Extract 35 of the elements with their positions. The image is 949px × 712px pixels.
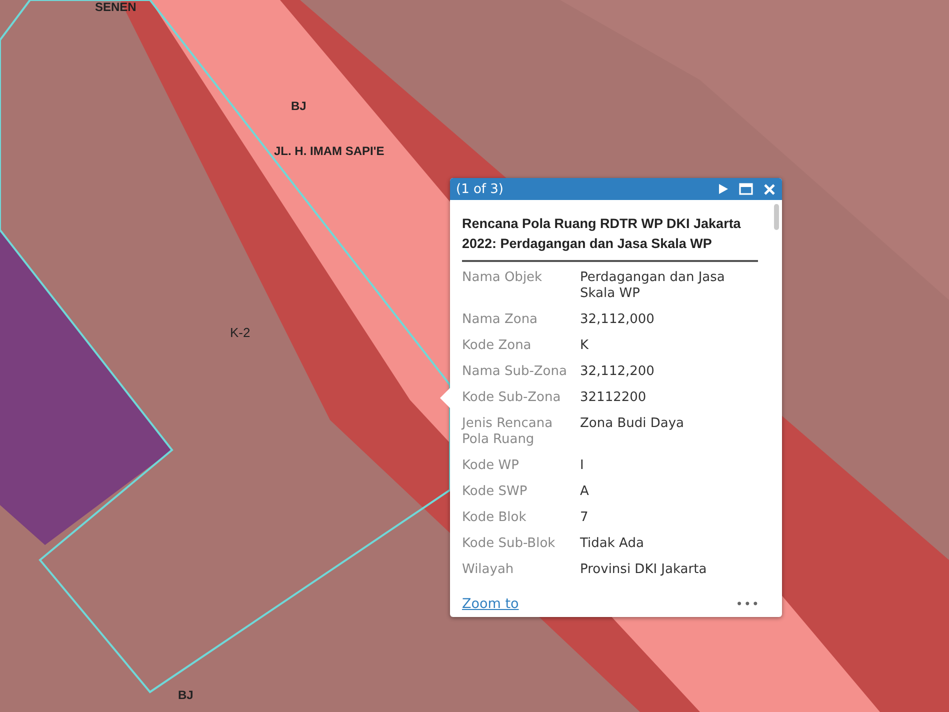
field-label: Kode SWP: [462, 484, 528, 500]
more-button[interactable]: •••: [736, 597, 760, 611]
map-label: SENEN: [95, 0, 136, 14]
feature-counter: (1 of 3): [456, 182, 504, 196]
map-label: BJ: [178, 688, 194, 702]
popup-title: Rencana Pola Ruang RDTR WP DKI Jakarta 2022: Perdagangan dan Jasa Skala WP: [462, 214, 758, 262]
zoom-to-link[interactable]: Zoom to: [462, 596, 519, 612]
map-label: JL. H. IMAM SAPI'E: [274, 144, 384, 158]
field-label: Kode Sub-Zona: [462, 390, 562, 406]
field-label: Nama Zona: [462, 312, 539, 328]
map-label: BJ: [291, 99, 306, 113]
field-label: Kode Blok: [462, 510, 528, 526]
maximize-icon[interactable]: [739, 183, 753, 195]
field-label: Wilayah: [462, 562, 515, 578]
field-value: K: [580, 338, 590, 354]
map-label: K-2: [230, 325, 250, 340]
field-label: Kode WP: [462, 458, 520, 474]
field-value: Provinsi DKI Jakarta: [580, 562, 708, 578]
field-value: Tidak Ada: [580, 536, 645, 552]
field-value: 32,112,000: [580, 312, 656, 328]
field-label: Jenis Rencana Pola Ruang: [462, 416, 554, 448]
next-icon[interactable]: [717, 183, 729, 195]
field-label: Nama Objek: [462, 270, 544, 287]
field-value: I: [580, 458, 585, 474]
field-value: Zona Budi Daya: [580, 416, 685, 433]
field-value: 32112200: [580, 390, 648, 406]
field-value: Perdagangan dan Jasa Skala WP: [580, 270, 726, 302]
field-label: Kode Sub-Blok: [462, 536, 556, 552]
field-label: Nama Sub-Zona: [462, 364, 568, 380]
scrollbar[interactable]: [774, 204, 779, 230]
field-value: 7: [580, 510, 590, 526]
close-icon[interactable]: [763, 182, 776, 196]
field-label: Kode Zona: [462, 338, 532, 354]
field-value: 32,112,200: [580, 364, 656, 380]
field-value: A: [580, 484, 590, 500]
